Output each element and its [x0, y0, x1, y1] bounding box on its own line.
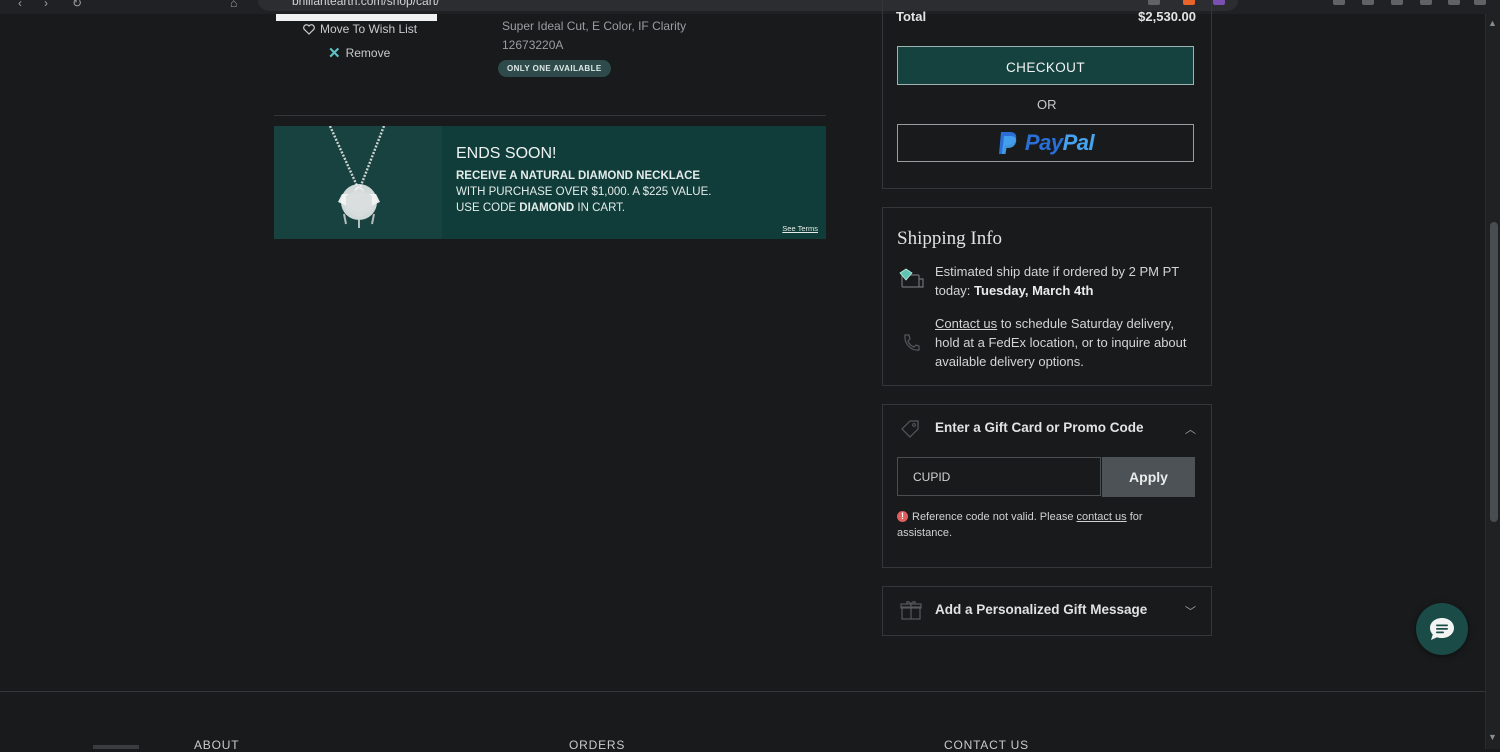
close-icon: ✕ — [328, 45, 341, 62]
reload-icon[interactable]: ↻ — [72, 0, 82, 10]
browser-toolbar: ‹ › ↻ ⌂ brilliantearth.com/shop/cart/ — [0, 0, 1500, 14]
phone-icon — [904, 334, 920, 351]
see-terms-link[interactable]: See Terms — [782, 224, 818, 233]
ship-date: Tuesday, March 4th — [974, 283, 1094, 298]
promo-banner[interactable]: ENDS SOON! RECEIVE A NATURAL DIAMOND NEC… — [274, 125, 826, 239]
extension-icon[interactable] — [1448, 0, 1460, 5]
total-value: $2,530.00 — [1138, 9, 1196, 24]
paypal-icon — [998, 132, 1017, 154]
product-spec: Super Ideal Cut, E Color, IF Clarity — [502, 19, 687, 33]
bookmark-icon[interactable]: ⌂ — [230, 0, 237, 10]
wish-list-label: Move To Wish List — [320, 22, 418, 36]
gift-message-header[interactable]: Add a Personalized Gift Message — [935, 602, 1147, 617]
extension-icon[interactable] — [1420, 0, 1432, 5]
contact-us-link[interactable]: contact us — [1077, 511, 1127, 523]
shipping-info-title: Shipping Info — [897, 228, 1003, 249]
gift-icon — [900, 601, 922, 620]
chat-icon — [1430, 618, 1454, 640]
url-text: brilliantearth.com/shop/cart/ — [292, 0, 440, 8]
product-sku: 12673220A — [502, 38, 564, 52]
apply-button[interactable]: Apply — [1102, 457, 1195, 497]
back-icon[interactable]: ‹ — [18, 0, 22, 10]
promo-error-message: Reference code not valid. Please contact… — [897, 511, 1143, 539]
footer-tab — [93, 745, 139, 749]
heart-icon — [303, 23, 315, 35]
remove-link[interactable]: ✕ Remove — [328, 44, 390, 62]
footer-divider — [0, 691, 1485, 692]
remove-label: Remove — [345, 46, 391, 60]
or-divider: OR — [1037, 97, 1057, 112]
chat-button[interactable] — [1416, 603, 1468, 655]
checkout-button[interactable]: CHECKOUT — [897, 46, 1194, 85]
ship-contact-text: Contact us to schedule Saturday delivery… — [935, 316, 1187, 369]
promo-line: USE CODE DIAMOND IN CART. — [456, 202, 626, 214]
diamond-truck-icon — [899, 268, 924, 288]
forward-icon[interactable]: › — [44, 0, 48, 10]
chevron-down-icon[interactable]: ﹀ — [1185, 603, 1196, 619]
extension-icon[interactable] — [1391, 0, 1403, 5]
chevron-up-icon[interactable]: ︿ — [1185, 421, 1196, 437]
footer-heading-orders[interactable]: ORDERS — [569, 738, 625, 752]
promo-code-input[interactable] — [897, 457, 1101, 496]
total-label: Total — [896, 9, 927, 24]
profile-icon[interactable] — [1213, 0, 1225, 5]
divider — [274, 115, 826, 116]
scrollbar[interactable]: ▲ ▼ — [1485, 14, 1500, 749]
product-image — [276, 14, 437, 21]
contact-us-link[interactable]: Contact us — [935, 316, 997, 331]
promo-line: WITH PURCHASE OVER $1,000. A $225 VALUE. — [456, 186, 712, 198]
tag-icon — [901, 420, 919, 438]
ship-estimate: Estimated ship date if ordered by 2 PM P… — [935, 264, 1179, 298]
scroll-thumb[interactable] — [1490, 222, 1498, 522]
necklace-image — [274, 125, 442, 239]
promo-code: DIAMOND — [519, 202, 575, 214]
promo-title: ENDS SOON! — [456, 145, 557, 162]
paypal-wordmark: PayPal — [1024, 130, 1095, 155]
footer-heading-about[interactable]: ABOUT — [194, 738, 239, 752]
promo-line: RECEIVE A NATURAL DIAMOND NECKLACE — [456, 170, 701, 182]
availability-badge: ONLY ONE AVAILABLE — [498, 60, 611, 77]
footer-heading-contact[interactable]: CONTACT US — [944, 738, 1029, 752]
scroll-up-icon[interactable]: ▲ — [1488, 18, 1497, 28]
move-to-wish-list-link[interactable]: Move To Wish List — [303, 22, 417, 36]
promo-code-header[interactable]: Enter a Gift Card or Promo Code — [935, 420, 1144, 435]
paypal-button[interactable]: PayPal — [897, 124, 1194, 162]
menu-icon[interactable] — [1474, 0, 1486, 5]
scroll-down-icon[interactable]: ▼ — [1488, 732, 1497, 742]
extension-icon[interactable] — [1362, 0, 1374, 5]
extension-icon[interactable] — [1333, 0, 1345, 5]
